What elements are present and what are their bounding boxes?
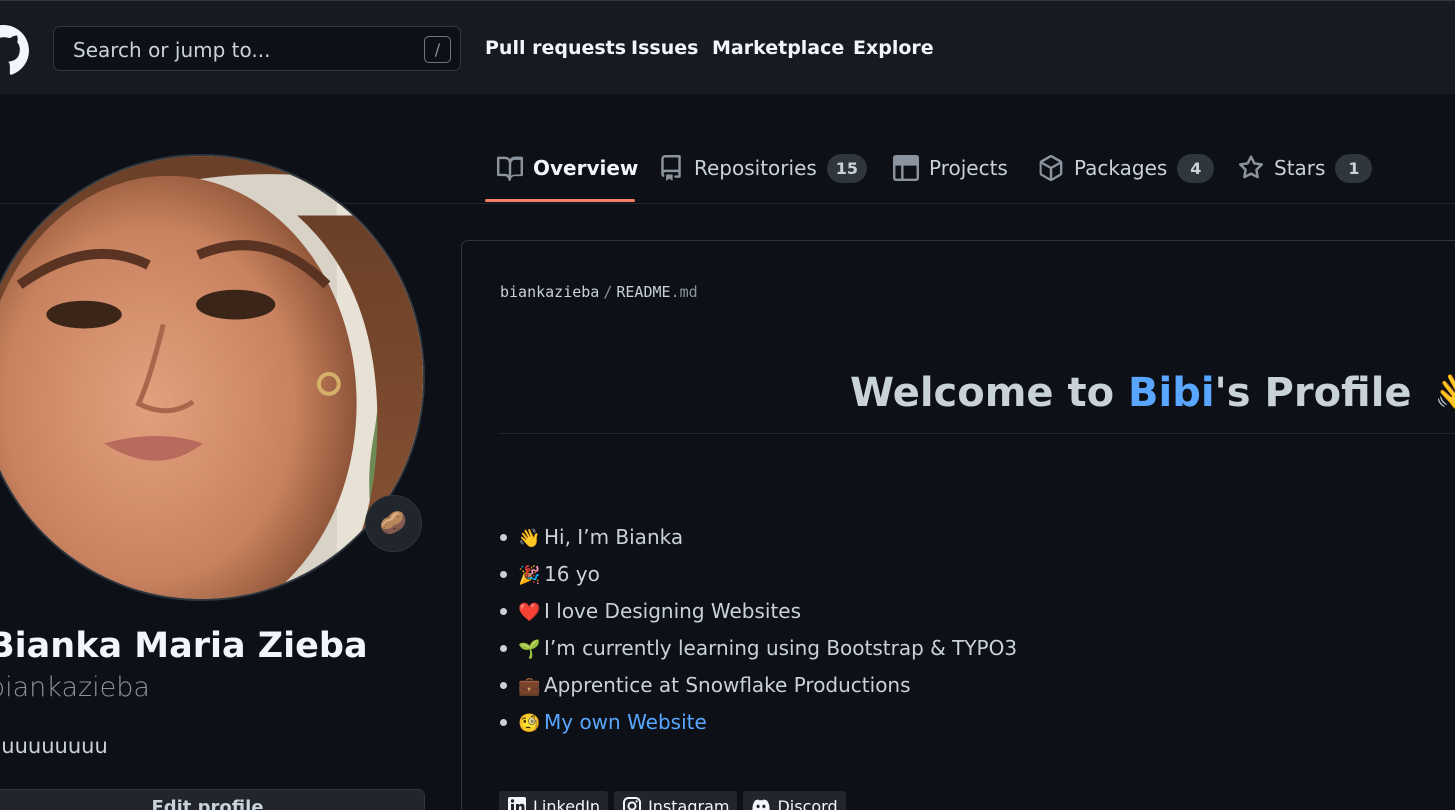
instagram-icon [623, 797, 642, 810]
search-shortcut-key: / [424, 36, 451, 63]
list-item-emoji: 🎉 [518, 565, 541, 586]
readme-owner-link[interactable]: biankazieba [500, 283, 599, 301]
tab-projects-label: Projects [929, 156, 1008, 180]
about-list: 👋 Hi, I’m Bianka 🎉 16 yo ❤️ I love Designin… [499, 523, 1018, 745]
breadcrumb-separator: / [603, 283, 613, 301]
list-item: 👋 Hi, I’m Bianka [499, 523, 1017, 560]
tab-repositories[interactable]: Repositories 15 [658, 150, 868, 186]
readme-file-name[interactable]: README [616, 283, 670, 301]
list-item-text: Hi, I’m Bianka [544, 525, 684, 549]
table-icon [893, 155, 919, 181]
list-item-emoji: 👋 [518, 528, 541, 549]
nav-explore[interactable]: Explore [853, 37, 934, 59]
star-icon [1238, 155, 1264, 179]
list-item-text: I love Designing Websites [544, 599, 802, 623]
tab-projects[interactable]: Projects [893, 150, 1008, 186]
stars-count-badge: 1 [1335, 153, 1373, 183]
website-link[interactable]: My own Website [544, 710, 707, 734]
welcome-name: Bibi [1128, 370, 1215, 416]
nav-issues[interactable]: Issues [631, 37, 698, 59]
avatar[interactable] [0, 154, 425, 601]
welcome-prefix: Welcome to [850, 370, 1128, 416]
search-placeholder: Search or jump to... [73, 38, 271, 62]
profile-full-name: Bianka Maria Zieba [0, 626, 368, 666]
list-item: 💼 Apprentice at Snowflake Productions [499, 671, 1017, 708]
top-header: Search or jump to... / Pull requests Iss… [0, 0, 1455, 94]
discord-badge[interactable]: Discord [743, 791, 846, 810]
list-item-emoji: 🧐 [518, 713, 541, 734]
github-logo-icon[interactable] [0, 25, 29, 76]
linkedin-badge[interactable]: LinkedIn [499, 791, 609, 810]
tab-overview[interactable]: Overview [497, 150, 638, 186]
linkedin-label: LinkedIn [533, 796, 601, 810]
readme-welcome-heading: Welcome to Bibi's Profile 👋 [850, 369, 1455, 416]
list-item-text: Apprentice at Snowflake Productions [544, 673, 911, 697]
discord-label: Discord [777, 796, 838, 810]
list-item: ❤️ I love Designing Websites [499, 597, 1017, 634]
edit-profile-button[interactable]: Edit profile [0, 789, 425, 810]
discord-icon [752, 799, 771, 810]
readme-breadcrumb: biankazieba / README.md [500, 283, 698, 301]
linkedin-icon [508, 797, 526, 810]
search-input[interactable]: Search or jump to... / [53, 26, 461, 71]
instagram-label: Instagram [648, 796, 730, 810]
profile-username: biankazieba [0, 672, 150, 703]
tab-overview-label: Overview [533, 156, 639, 180]
tab-packages-label: Packages [1074, 156, 1168, 180]
list-item: 🧐 My own Website [499, 708, 1017, 745]
nav-pull-requests[interactable]: Pull requests [485, 37, 626, 59]
list-item: 🌱 I’m currently learning using Bootstrap … [499, 634, 1018, 671]
social-badges: LinkedIn Instagram Discord [499, 791, 846, 810]
list-item-text: 16 yo [544, 562, 600, 586]
repo-icon [661, 155, 681, 181]
heading-divider [499, 433, 1455, 434]
packages-count-badge: 4 [1177, 153, 1215, 183]
list-item-text: I’m currently learning using Bootstrap &… [544, 636, 1018, 660]
tab-stars[interactable]: Stars 1 [1238, 150, 1373, 186]
readme-box: biankazieba / README.md Welcome to Bibi's … [461, 240, 1455, 810]
avatar-photo [0, 156, 423, 599]
profile-bio: huuuuuuuu [0, 734, 108, 758]
status-emoji-button[interactable]: 🥔 [365, 495, 422, 552]
book-icon [497, 156, 523, 181]
list-item: 🎉 16 yo [499, 560, 1017, 597]
welcome-suffix: 's Profile [1214, 370, 1412, 416]
tab-packages[interactable]: Packages 4 [1038, 150, 1215, 186]
list-item-emoji: ❤️ [518, 602, 541, 623]
nav-marketplace[interactable]: Marketplace [712, 37, 844, 59]
list-item-emoji: 🌱 [518, 639, 541, 660]
tab-repositories-label: Repositories [694, 156, 817, 180]
tab-stars-label: Stars [1274, 156, 1326, 180]
active-tab-indicator [485, 199, 635, 202]
waving-hand-emoji: 👋 [1433, 370, 1455, 416]
repositories-count-badge: 15 [826, 153, 868, 183]
instagram-badge[interactable]: Instagram [614, 791, 738, 810]
package-icon [1039, 155, 1063, 181]
readme-file-ext: .md [670, 283, 698, 301]
list-item-emoji: 💼 [518, 676, 541, 697]
